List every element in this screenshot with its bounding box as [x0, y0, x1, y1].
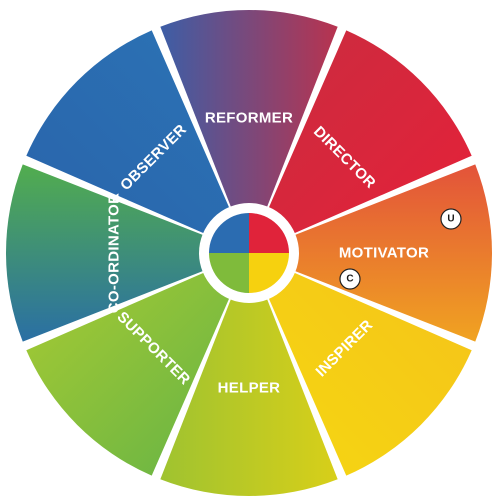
marker-u: U	[440, 208, 462, 230]
colour-wheel-diagram: REFORMERDIRECTORMOTIVATORINSPIRERHELPERS…	[5, 9, 492, 497]
marker-u-label: U	[447, 214, 454, 225]
marker-c: C	[339, 268, 361, 290]
center-hub	[199, 203, 299, 303]
center-quadrants	[209, 213, 289, 293]
marker-c-label: C	[346, 274, 353, 285]
segment-label-reformer: REFORMER	[205, 110, 293, 127]
segment-label-co-ordinator: CO-ORDINATOR	[106, 193, 123, 314]
segment-label-helper: HELPER	[218, 380, 281, 397]
segment-label-motivator: MOTIVATOR	[339, 245, 429, 262]
